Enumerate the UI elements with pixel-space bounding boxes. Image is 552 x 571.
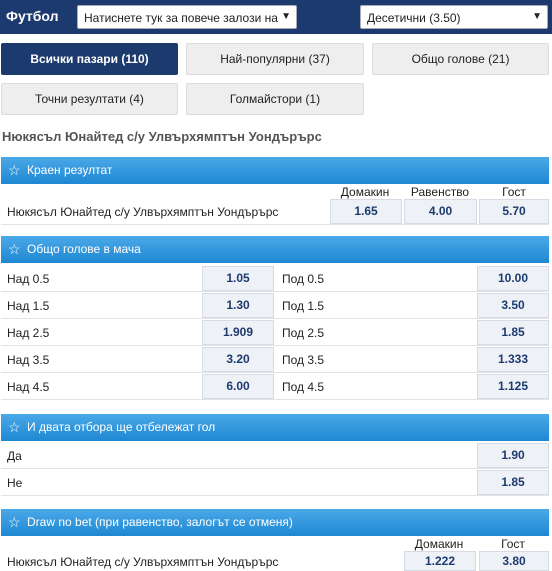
odds-format-value: Десетични (3.50) [367, 11, 461, 25]
star-icon[interactable]: ☆ [8, 157, 21, 184]
table-row: Над 1.5 1.30 Под 1.5 3.50 [1, 292, 549, 319]
tab-goalscorers[interactable]: Голмайстори (1) [186, 83, 364, 115]
over-label: Над 0.5 [7, 272, 50, 286]
odd-away[interactable]: 3.80 [479, 551, 549, 571]
match-label: Нюкясъл Юнайтед с/у Улвърхямптън Уондъръ… [7, 555, 279, 569]
market-select-value: Натиснете тук за повече залози на [84, 11, 278, 25]
odd-under[interactable]: 10.00 [477, 266, 549, 291]
star-icon[interactable]: ☆ [8, 414, 21, 441]
tab-exact-results[interactable]: Точни резултати (4) [1, 83, 178, 115]
odd-under[interactable]: 3.50 [477, 293, 549, 318]
tab-total-goals[interactable]: Общо голове (21) [372, 43, 549, 75]
odd-over[interactable]: 1.30 [202, 293, 274, 318]
btts-yes-label: Да [7, 449, 22, 463]
odd-under[interactable]: 1.85 [477, 320, 549, 345]
section-title: Draw no bet (при равенство, залогът се о… [27, 515, 293, 529]
tab-most-popular[interactable]: Най-популярни (37) [186, 43, 364, 75]
section-btts-header[interactable]: ☆ И двата отбора ще отбележат гол [1, 414, 549, 441]
table-row: Да 1.90 [1, 442, 549, 469]
tab-all-markets[interactable]: Всички пазари (110) [1, 43, 178, 75]
odds-format-select[interactable]: Десетични (3.50) ▼ [360, 5, 548, 29]
over-label: Над 1.5 [7, 299, 50, 313]
btts-no-label: Не [7, 476, 23, 490]
table-row: Над 2.5 1.909 Под 2.5 1.85 [1, 319, 549, 346]
chevron-down-icon: ▼ [281, 11, 291, 22]
table-row: Нюкясъл Юнайтед с/у Улвърхямптън Уондъръ… [1, 550, 549, 571]
odd-draw[interactable]: 4.00 [404, 199, 477, 224]
section-title: Общо голове в мача [27, 242, 141, 256]
star-icon[interactable]: ☆ [8, 509, 21, 536]
col-draw: Равенство [410, 185, 470, 199]
odd-over[interactable]: 1.909 [202, 320, 274, 345]
section-final-result-header[interactable]: ☆ Краен резултат [1, 157, 549, 184]
table-row: Над 4.5 6.00 Под 4.5 1.125 [1, 373, 549, 400]
table-row: Над 3.5 3.20 Под 3.5 1.333 [1, 346, 549, 373]
under-label: Под 3.5 [282, 353, 325, 367]
odd-home[interactable]: 1.222 [404, 551, 476, 571]
match-title: Нюкясъл Юнайтед с/у Улвърхямптън Уондъръ… [2, 129, 322, 144]
section-draw-no-bet-header[interactable]: ☆ Draw no bet (при равенство, залогът се… [1, 509, 549, 536]
col-home: Домакин [340, 185, 390, 199]
odd-under[interactable]: 1.333 [477, 347, 549, 372]
under-label: Под 4.5 [282, 380, 325, 394]
section-title: И двата отбора ще отбележат гол [27, 420, 216, 434]
odd-away[interactable]: 5.70 [479, 199, 549, 224]
top-bar: Футбол Натиснете тук за повече залози на… [0, 0, 552, 34]
chevron-down-icon: ▼ [532, 11, 542, 22]
odd-yes[interactable]: 1.90 [477, 443, 549, 468]
col-home: Домакин [414, 537, 464, 551]
odd-over[interactable]: 3.20 [202, 347, 274, 372]
over-label: Над 4.5 [7, 380, 50, 394]
odd-over[interactable]: 1.05 [202, 266, 274, 291]
table-row: Не 1.85 [1, 469, 549, 496]
under-label: Под 2.5 [282, 326, 325, 340]
table-row: Над 0.5 1.05 Под 0.5 10.00 [1, 265, 549, 292]
odd-home[interactable]: 1.65 [330, 199, 402, 224]
odd-under[interactable]: 1.125 [477, 374, 549, 399]
market-select[interactable]: Натиснете тук за повече залози на ▼ [77, 5, 297, 29]
over-label: Над 3.5 [7, 353, 50, 367]
odd-no[interactable]: 1.85 [477, 470, 549, 495]
table-row: Нюкясъл Юнайтед с/у Улвърхямптън Уондъръ… [1, 198, 549, 225]
odd-over[interactable]: 6.00 [202, 374, 274, 399]
under-label: Под 1.5 [282, 299, 325, 313]
section-total-goals-header[interactable]: ☆ Общо голове в мача [1, 236, 549, 263]
over-label: Над 2.5 [7, 326, 50, 340]
col-away: Гост [501, 537, 525, 551]
sport-title: Футбол [6, 8, 59, 24]
section-title: Краен резултат [27, 163, 113, 177]
match-label: Нюкясъл Юнайтед с/у Улвърхямптън Уондъръ… [7, 205, 279, 219]
under-label: Под 0.5 [282, 272, 325, 286]
col-away: Гост [502, 185, 526, 199]
star-icon[interactable]: ☆ [8, 236, 21, 263]
